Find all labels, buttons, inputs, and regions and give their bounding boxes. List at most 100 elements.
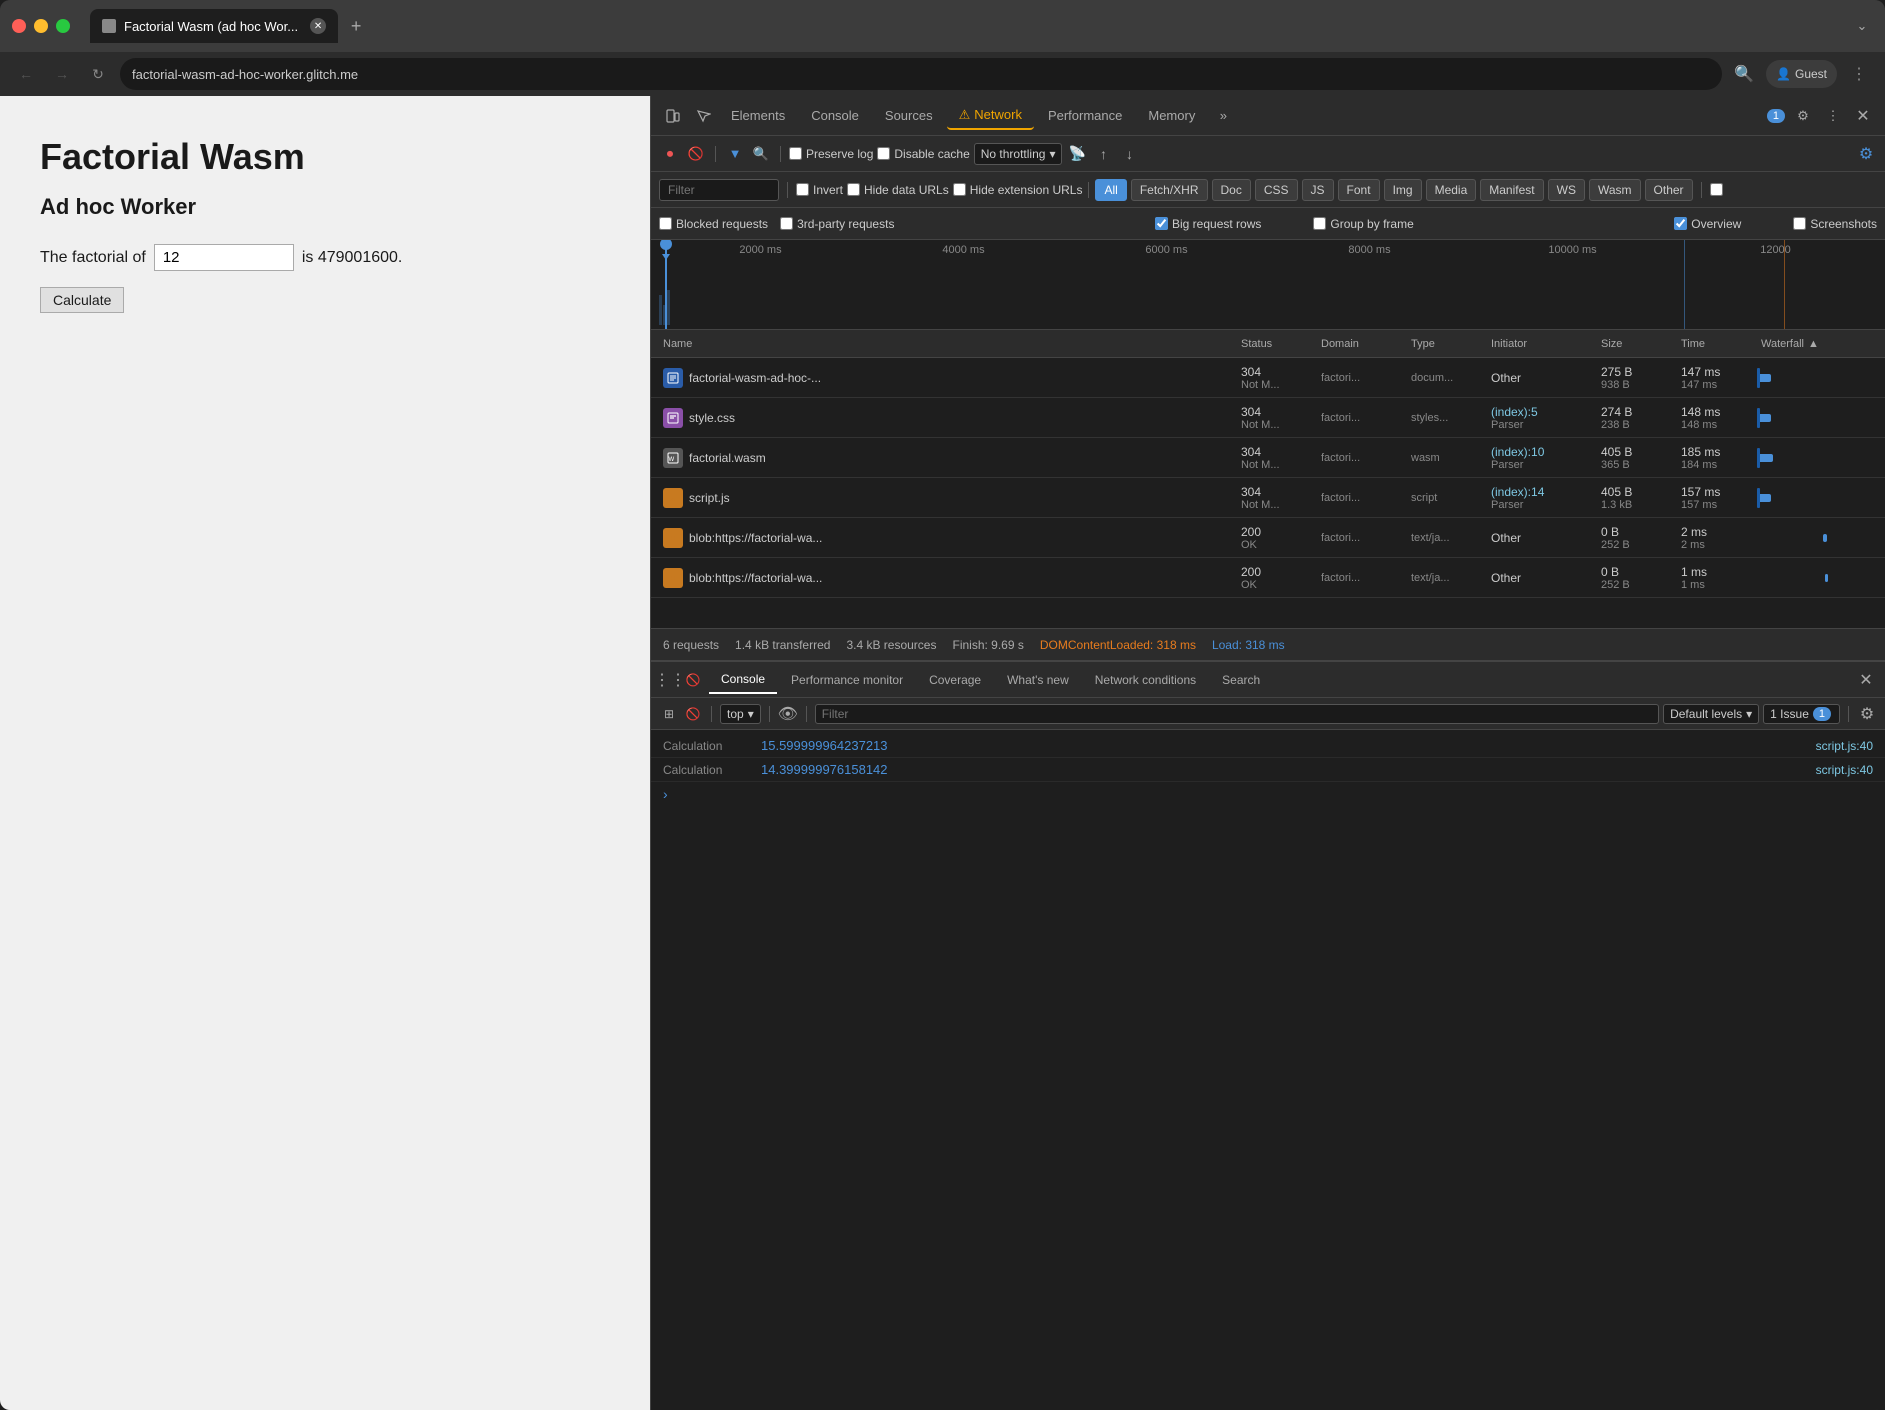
console-prompt[interactable]: › (651, 782, 1885, 806)
console-tab-search[interactable]: Search (1210, 666, 1272, 694)
console-settings-icon[interactable]: ⚙ (1857, 704, 1877, 724)
elements-panel-icon[interactable] (689, 102, 717, 130)
big-request-rows-checkbox[interactable]: Big request rows (1155, 217, 1261, 231)
devtools-close-button[interactable]: ✕ (1849, 102, 1877, 130)
close-button[interactable] (12, 19, 26, 33)
more-tabs-button[interactable]: » (1209, 102, 1237, 130)
forward-button[interactable]: → (48, 60, 76, 88)
dt-tab-network[interactable]: ⚠Network (947, 102, 1034, 130)
console-tab-coverage[interactable]: Coverage (917, 666, 993, 694)
td-initiator-3: (index):10 Parser (1487, 443, 1597, 473)
back-button[interactable]: ← (12, 60, 40, 88)
console-close-button[interactable]: ✕ (1855, 669, 1877, 691)
console-clear-icon[interactable]: 🚫 (683, 670, 703, 690)
url-bar[interactable]: factorial-wasm-ad-hoc-worker.glitch.me (120, 58, 1722, 90)
dt-tab-sources[interactable]: Sources (873, 102, 945, 130)
filter-manifest[interactable]: Manifest (1480, 179, 1543, 201)
filter-js[interactable]: JS (1302, 179, 1334, 201)
hide-data-urls-checkbox[interactable]: Hide data URLs (847, 183, 949, 197)
filter-icon[interactable]: ▼ (724, 143, 746, 165)
active-tab[interactable]: Factorial Wasm (ad hoc Wor... ✕ (90, 9, 338, 43)
console-tab-network[interactable]: Network conditions (1083, 666, 1208, 694)
context-selector[interactable]: top ▾ (720, 704, 761, 724)
tab-menu-icon[interactable]: ⌄ (1851, 15, 1873, 37)
issues-badge[interactable]: 1 (1767, 109, 1785, 123)
maximize-button[interactable] (56, 19, 70, 33)
dt-tab-elements[interactable]: Elements (719, 102, 797, 130)
blocked-requests-checkbox[interactable]: Blocked requests (659, 217, 768, 231)
network-settings-icon[interactable]: ⚙ (1855, 143, 1877, 165)
guest-button[interactable]: 👤 Guest (1766, 60, 1837, 88)
factorial-input[interactable] (154, 244, 294, 271)
th-name[interactable]: Name (659, 338, 1237, 350)
device-toolbar-icon[interactable] (659, 102, 687, 130)
filter-ws[interactable]: WS (1548, 179, 1585, 201)
console-filter-input[interactable] (815, 704, 1659, 724)
console-divider-3 (806, 706, 807, 722)
js-icon: JS (663, 488, 683, 508)
screenshots-checkbox[interactable]: Screenshots (1793, 217, 1877, 231)
group-by-frame-checkbox[interactable]: Group by frame (1313, 217, 1413, 231)
filter-wasm[interactable]: Wasm (1589, 179, 1641, 201)
clear-button[interactable]: 🚫 (685, 143, 707, 165)
console-levels-dropdown[interactable]: Default levels ▾ (1663, 704, 1759, 724)
console-drag-icon: ⋮⋮ (659, 669, 681, 691)
console-link-1[interactable]: script.js:40 (1816, 739, 1873, 753)
search-icon[interactable]: 🔍 (750, 143, 772, 165)
console-tab-performance[interactable]: Performance monitor (779, 666, 915, 694)
throttle-dropdown[interactable]: No throttling ▾ (974, 143, 1063, 165)
blocked-cookies-checkbox[interactable] (1710, 183, 1727, 196)
zoom-button[interactable]: 🔍 (1730, 60, 1758, 88)
console-tab-console[interactable]: Console (709, 666, 777, 694)
table-row[interactable]: W factorial.wasm 304 Not M... factori...… (651, 438, 1885, 478)
th-size[interactable]: Size (1597, 338, 1677, 350)
table-row[interactable]: factorial-wasm-ad-hoc-... 304 Not M... f… (651, 358, 1885, 398)
devtools-settings-button[interactable]: ⚙ (1789, 102, 1817, 130)
table-row[interactable]: style.css 304 Not M... factori... styles… (651, 398, 1885, 438)
dt-tab-performance[interactable]: Performance (1036, 102, 1134, 130)
th-initiator[interactable]: Initiator (1487, 338, 1597, 350)
filter-input[interactable] (659, 179, 779, 201)
filter-doc[interactable]: Doc (1212, 179, 1251, 201)
filter-img[interactable]: Img (1384, 179, 1422, 201)
console-sidebar-icon[interactable]: ⊞ (659, 704, 679, 724)
filter-media[interactable]: Media (1426, 179, 1477, 201)
console-eye-icon[interactable]: 👁 (778, 704, 798, 724)
record-button[interactable]: ⏺ (659, 143, 681, 165)
hide-extension-urls-checkbox[interactable]: Hide extension URLs (953, 183, 1083, 197)
th-waterfall[interactable]: Waterfall ▲ (1757, 338, 1877, 350)
overview-checkbox[interactable]: Overview (1674, 217, 1741, 231)
filter-font[interactable]: Font (1338, 179, 1380, 201)
dt-tab-memory[interactable]: Memory (1136, 102, 1207, 130)
table-row[interactable]: JS script.js 304 Not M... factori... scr… (651, 478, 1885, 518)
preserve-log-checkbox[interactable]: Preserve log (789, 147, 873, 161)
th-type[interactable]: Type (1407, 338, 1487, 350)
filter-fetch-xhr[interactable]: Fetch/XHR (1131, 179, 1208, 201)
export-icon[interactable]: ↓ (1118, 143, 1140, 165)
devtools-more-button[interactable]: ⋮ (1819, 102, 1847, 130)
table-row[interactable]: blob:https://factorial-wa... 200 OK fact… (651, 518, 1885, 558)
th-time[interactable]: Time (1677, 338, 1757, 350)
calculate-button[interactable]: Calculate (40, 287, 124, 313)
console-link-2[interactable]: script.js:40 (1816, 763, 1873, 777)
new-tab-button[interactable]: + (342, 12, 370, 40)
filter-other[interactable]: Other (1645, 179, 1693, 201)
more-options-button[interactable]: ⋮ (1845, 60, 1873, 88)
th-status[interactable]: Status (1237, 338, 1317, 350)
disable-cache-checkbox[interactable]: Disable cache (877, 147, 969, 161)
console-block-icon[interactable]: 🚫 (683, 704, 703, 724)
network-conditions-icon[interactable]: 📡 (1066, 143, 1088, 165)
minimize-button[interactable] (34, 19, 48, 33)
invert-checkbox[interactable]: Invert (796, 183, 843, 197)
third-party-checkbox[interactable]: 3rd-party requests (780, 217, 894, 231)
filter-all[interactable]: All (1095, 179, 1126, 201)
th-domain[interactable]: Domain (1317, 338, 1407, 350)
filter-css[interactable]: CSS (1255, 179, 1298, 201)
dt-tab-console[interactable]: Console (799, 102, 871, 130)
console-tab-whats-new[interactable]: What's new (995, 666, 1081, 694)
table-row[interactable]: blob:https://factorial-wa... 200 OK fact… (651, 558, 1885, 598)
import-icon[interactable]: ↑ (1092, 143, 1114, 165)
reload-button[interactable]: ↻ (84, 60, 112, 88)
td-size-5: 0 B 252 B (1597, 523, 1677, 553)
tab-close-button[interactable]: ✕ (310, 18, 326, 34)
